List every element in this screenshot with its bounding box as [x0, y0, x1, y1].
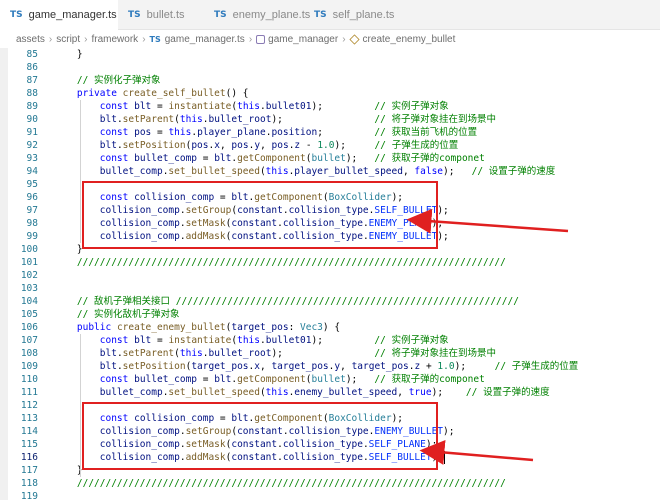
chevron-right-icon: › [142, 33, 146, 45]
typescript-icon: TS [314, 10, 327, 20]
chevron-right-icon: › [342, 33, 346, 45]
chevron-right-icon: › [84, 33, 88, 45]
annotation-arrows [406, 208, 569, 465]
annotation-arrow-self [406, 208, 569, 234]
annotation-arrow-enemy [419, 440, 534, 465]
tab-label: enemy_plane.ts [232, 9, 311, 21]
breadcrumb-item-assets[interactable]: assets [16, 34, 45, 45]
tab-bullet[interactable]: TS bullet.ts [118, 0, 210, 30]
tab-label: game_manager.ts [28, 9, 117, 21]
typescript-icon: TS [214, 10, 227, 20]
typescript-icon: TS [10, 10, 23, 20]
breadcrumb: assets › script › framework › TS game_ma… [0, 30, 660, 48]
typescript-icon: TS [149, 34, 161, 44]
chevron-right-icon: › [48, 33, 53, 45]
editor-tab-bar: TS game_manager.ts TS bullet.ts TS enemy… [0, 0, 660, 30]
breadcrumb-item-framework[interactable]: framework [92, 34, 139, 45]
breadcrumb-item-method[interactable]: create_enemy_bullet [363, 34, 456, 45]
breadcrumb-item-file[interactable]: game_manager.ts [165, 34, 245, 45]
tab-self-plane[interactable]: TS self_plane.ts [314, 0, 414, 30]
tab-game-manager[interactable]: TS game_manager.ts [0, 0, 118, 30]
tab-label: self_plane.ts [332, 9, 395, 21]
class-icon [256, 34, 266, 44]
tab-label: bullet.ts [146, 9, 185, 21]
breadcrumb-item-class[interactable]: game_manager [268, 34, 338, 45]
typescript-icon: TS [128, 10, 141, 20]
chevron-right-icon: › [248, 33, 253, 45]
code-editor[interactable]: 85 } 86 87 // 实例化子弹对象 88 private create_sel… [0, 48, 660, 500]
breadcrumb-item-script[interactable]: script [56, 34, 80, 45]
method-icon [348, 33, 360, 45]
tab-enemy-plane[interactable]: TS enemy_plane.ts [210, 0, 314, 30]
